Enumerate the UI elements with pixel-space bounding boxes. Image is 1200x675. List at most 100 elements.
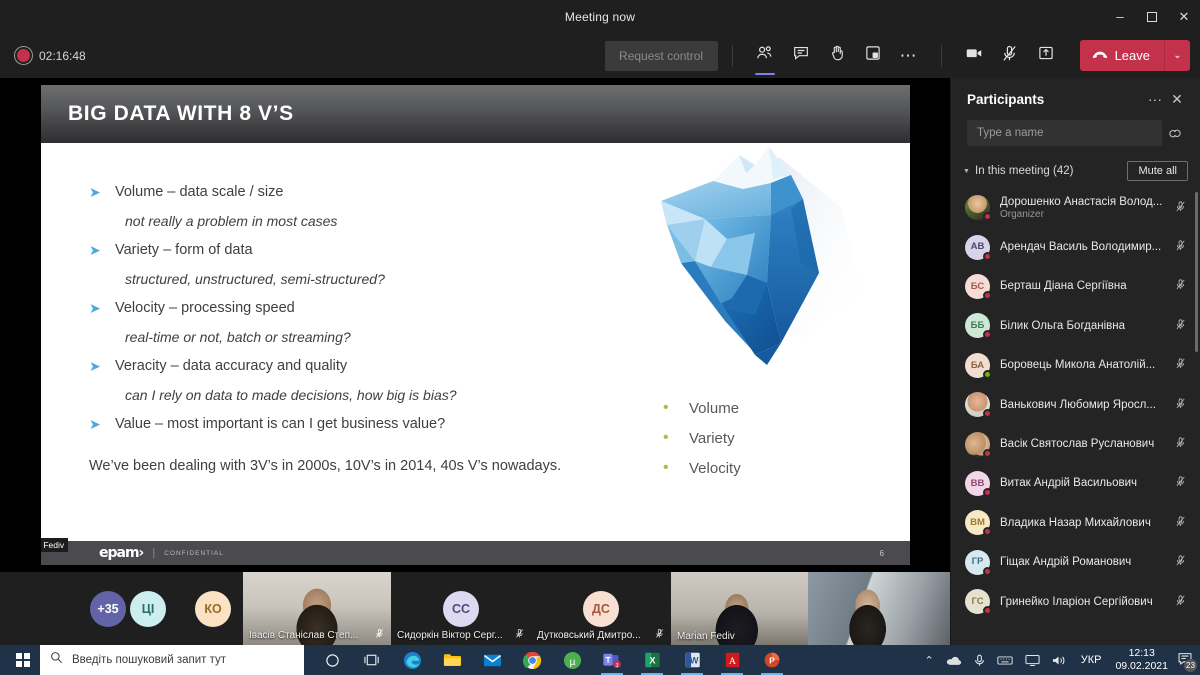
presentation-slide: BIG DATA WITH 8 V’S ➤ Volume – data scal…: [41, 85, 910, 565]
filmstrip-overflow-tile[interactable]: +35 ЦІ КО: [0, 572, 243, 645]
mic-off-icon[interactable]: [1170, 515, 1190, 531]
mic-off-icon[interactable]: [1170, 397, 1190, 413]
mic-off-icon[interactable]: [1170, 554, 1190, 570]
more-options-button[interactable]: ⋯: [891, 38, 927, 74]
leave-button[interactable]: Leave: [1080, 40, 1164, 71]
filmstrip-video-tile[interactable]: Івасів Станіслав Степ...: [243, 572, 391, 645]
utorrent-icon[interactable]: µ: [552, 645, 592, 675]
link-icon[interactable]: [1162, 127, 1188, 140]
participant-row[interactable]: Васік Святослав Русланович: [951, 424, 1200, 463]
shared-content-stage[interactable]: BIG DATA WITH 8 V’S ➤ Volume – data scal…: [0, 78, 950, 572]
cortana-icon[interactable]: [312, 645, 352, 675]
taskbar-clock[interactable]: 12:13 09.02.2021: [1115, 647, 1168, 673]
filmstrip-avatar-tile[interactable]: ДС Дутковський Дмитро...: [531, 572, 671, 645]
leave-options-caret[interactable]: ⌄: [1164, 40, 1190, 71]
panel-close-icon[interactable]: ✕: [1166, 88, 1188, 110]
avatar: ББ: [965, 313, 990, 338]
participant-row[interactable]: БС Берташ Діана Сергіївна: [951, 267, 1200, 306]
share-content-button[interactable]: [1028, 38, 1064, 74]
mic-off-icon[interactable]: [1170, 278, 1190, 294]
filmstrip-avatar-tile[interactable]: СС Сидоркін Віктор Серг...: [391, 572, 531, 645]
participant-row[interactable]: ГС Гринейко Іларіон Сергійович: [951, 582, 1200, 621]
mic-off-icon[interactable]: [1170, 594, 1190, 610]
chrome-icon[interactable]: [512, 645, 552, 675]
mute-all-button[interactable]: Mute all: [1127, 161, 1188, 181]
panel-more-icon[interactable]: ···: [1144, 88, 1166, 110]
slide-closing-line: We’ve been dealing with 3V’s in 2000s, 1…: [89, 458, 561, 474]
mail-icon[interactable]: [472, 645, 512, 675]
chevron-down-icon[interactable]: ▼: [963, 168, 975, 175]
participants-title: Participants: [967, 92, 1144, 107]
share-screen-icon: [1037, 44, 1055, 67]
taskbar-search[interactable]: Введіть пошуковий запит тут: [40, 645, 304, 675]
v-list-item: • Variety: [663, 423, 741, 453]
mic-off-icon[interactable]: [1170, 318, 1190, 334]
excel-icon[interactable]: X: [632, 645, 672, 675]
people-icon: [755, 44, 774, 68]
request-control-button[interactable]: Request control: [605, 41, 718, 71]
filmstrip-video-tile[interactable]: [808, 572, 950, 645]
participant-row[interactable]: ВВ Витак Андрій Васильович: [951, 464, 1200, 503]
show-participants-button[interactable]: [747, 38, 783, 74]
avatar: +35: [90, 591, 126, 627]
slide-body: ➤ Volume – data scale / size not really …: [41, 143, 910, 565]
acrobat-icon[interactable]: A: [712, 645, 752, 675]
participant-row[interactable]: ГР Гіщак Андрій Романович: [951, 543, 1200, 582]
mic-off-icon[interactable]: [1170, 436, 1190, 452]
notification-center-icon[interactable]: 23: [1178, 652, 1192, 668]
minimize-button[interactable]: –: [1104, 0, 1136, 33]
avatar-initials: БС: [971, 282, 985, 292]
arrow-bullet-icon: ➤: [89, 295, 115, 321]
participants-list[interactable]: Дорошенко Анастасія Волод... Organizer А…: [951, 188, 1200, 628]
participant-row[interactable]: ББ Білик Ольга Богданівна: [951, 306, 1200, 345]
participant-search-input[interactable]: [967, 120, 1162, 146]
toggle-camera-button[interactable]: [956, 38, 992, 74]
toolbar-divider-1: [732, 45, 733, 67]
participant-info: Гринейко Іларіон Сергійович: [1000, 596, 1170, 608]
tile-caption: Сидоркін Віктор Серг...: [391, 628, 531, 642]
volume-icon[interactable]: [1052, 654, 1067, 667]
file-explorer-icon[interactable]: [432, 645, 472, 675]
participant-row[interactable]: Ванькович Любомир Яросл...: [951, 385, 1200, 424]
arrow-bullet-icon: ➤: [89, 237, 115, 263]
edge-icon[interactable]: [392, 645, 432, 675]
breakout-rooms-button[interactable]: [855, 38, 891, 74]
filmstrip-video-tile[interactable]: Marian Fediv: [671, 572, 808, 645]
onedrive-icon[interactable]: [946, 655, 962, 666]
participant-row[interactable]: АВ Арендач Василь Володимир...: [951, 227, 1200, 266]
record-dot-icon: [17, 49, 30, 62]
participant-row[interactable]: БА Боровець Микола Анатолій...: [951, 346, 1200, 385]
mic-off-icon: [374, 628, 385, 642]
show-hidden-icons-chevron[interactable]: ⌃: [924, 654, 933, 667]
participant-name: Витак Андрій Васильович: [1000, 477, 1170, 489]
show-conversation-button[interactable]: [783, 38, 819, 74]
language-indicator[interactable]: УКР: [1081, 654, 1102, 666]
slide-footer: Marian Fediv epam› | CONFIDENTIAL 6: [41, 541, 910, 565]
confidential-label: CONFIDENTIAL: [164, 550, 224, 557]
v-list-label: Variety: [689, 430, 735, 447]
meeting-toolbar: 02:16:48 Request control: [0, 33, 1200, 78]
mic-off-icon[interactable]: [1170, 200, 1190, 216]
window-controls: – ✕: [1104, 0, 1200, 33]
close-button[interactable]: ✕: [1168, 0, 1200, 33]
participants-scrollbar[interactable]: [1195, 192, 1198, 352]
maximize-button[interactable]: [1136, 0, 1168, 33]
mic-off-icon[interactable]: [1170, 475, 1190, 491]
monitor-icon[interactable]: [1025, 654, 1040, 667]
mic-off-icon[interactable]: [1170, 239, 1190, 255]
participant-row[interactable]: Дорошенко Анастасія Волод... Organizer: [951, 188, 1200, 227]
v-list-label: Volume: [689, 400, 739, 417]
participant-row[interactable]: ВМ Владика Назар Михайлович: [951, 503, 1200, 542]
word-icon[interactable]: W: [672, 645, 712, 675]
mic-off-icon[interactable]: [1170, 357, 1190, 373]
task-view-icon[interactable]: [352, 645, 392, 675]
presence-badge: [983, 449, 992, 458]
mic-icon[interactable]: [974, 654, 985, 667]
powerpoint-icon[interactable]: P: [752, 645, 792, 675]
toggle-mic-button[interactable]: [992, 38, 1028, 74]
teams-icon[interactable]: 3: [592, 645, 632, 675]
raise-hand-button[interactable]: [819, 38, 855, 74]
windows-taskbar: Введіть пошуковий запит тут: [0, 645, 1200, 675]
keyboard-icon[interactable]: [997, 655, 1013, 666]
in-meeting-section-header[interactable]: ▼ In this meeting (42) Mute all: [951, 154, 1200, 188]
